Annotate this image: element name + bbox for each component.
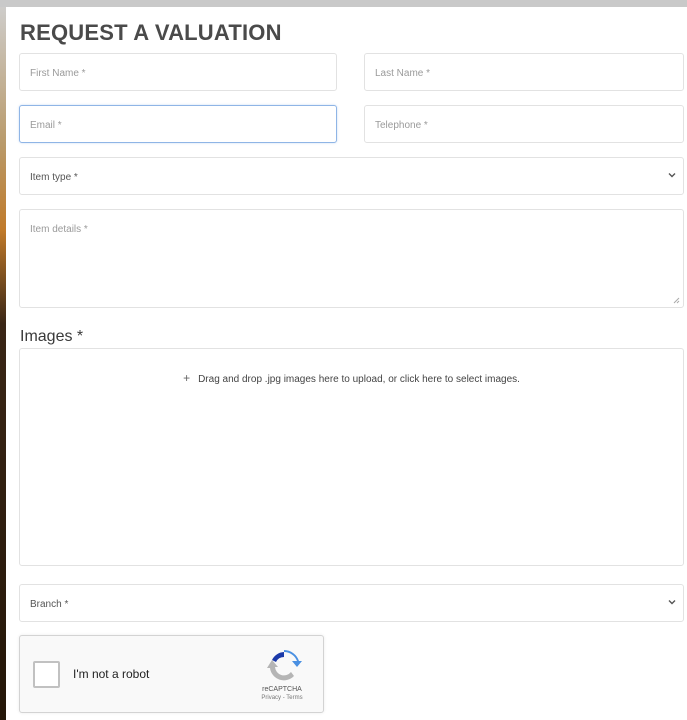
first-name-field[interactable]: First Name * — [19, 53, 337, 91]
branch-select[interactable]: Branch * — [19, 584, 684, 622]
last-name-placeholder: Last Name * — [375, 68, 431, 79]
item-type-select[interactable]: Item type * — [19, 157, 684, 195]
chevron-down-icon — [668, 173, 676, 178]
email-field[interactable]: Email * — [19, 105, 337, 143]
valuation-form-panel: REQUEST A VALUATION First Name * Last Na… — [6, 7, 687, 720]
plus-icon: + — [183, 371, 191, 385]
branch-placeholder: Branch * — [30, 599, 69, 610]
recaptcha-icon — [267, 650, 302, 681]
images-label: Images * — [20, 328, 84, 345]
dropzone-instructions: + Drag and drop .jpg images here to uploa… — [20, 371, 683, 385]
form-title: REQUEST A VALUATION — [20, 20, 282, 45]
recaptcha-checkbox[interactable] — [33, 661, 60, 688]
recaptcha-widget: I'm not a robot reCAPTCHA Privacy - Term… — [19, 635, 324, 713]
item-details-placeholder: Item details * — [30, 224, 88, 235]
image-dropzone[interactable]: + Drag and drop .jpg images here to uploa… — [19, 348, 684, 566]
telephone-placeholder: Telephone * — [375, 120, 428, 131]
telephone-field[interactable]: Telephone * — [364, 105, 684, 143]
first-name-placeholder: First Name * — [30, 68, 86, 79]
recaptcha-label: I'm not a robot — [73, 667, 150, 681]
email-placeholder: Email * — [30, 120, 62, 131]
last-name-field[interactable]: Last Name * — [364, 53, 684, 91]
background-top-edge — [0, 0, 687, 7]
chevron-down-icon — [668, 600, 676, 605]
recaptcha-brand: reCAPTCHA Privacy - Terms — [242, 685, 322, 703]
recaptcha-links[interactable]: Privacy - Terms — [242, 694, 322, 703]
resize-handle-icon[interactable] — [672, 296, 680, 304]
dropzone-text: Drag and drop .jpg images here to upload… — [198, 374, 520, 385]
recaptcha-brand-text: reCAPTCHA — [262, 686, 302, 693]
item-details-textarea[interactable]: Item details * — [19, 209, 684, 308]
item-type-placeholder: Item type * — [30, 172, 78, 183]
